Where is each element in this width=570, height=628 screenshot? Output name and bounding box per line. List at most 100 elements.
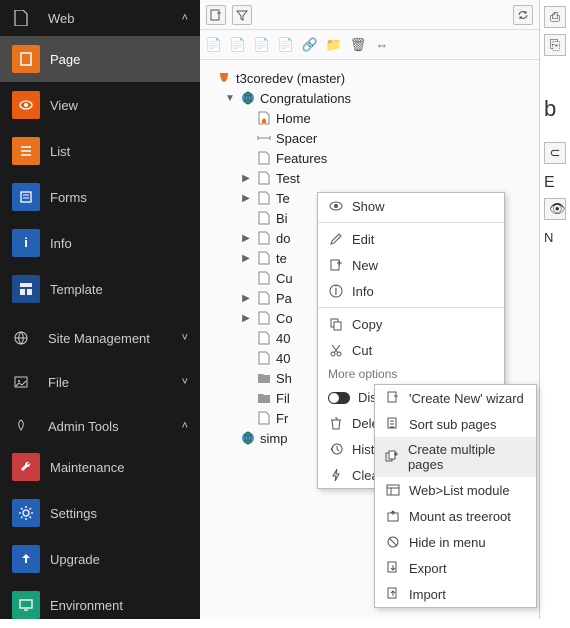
tree-label: 40 [276, 351, 290, 366]
context-menu-item[interactable]: Edit [318, 226, 504, 252]
context-menu-item[interactable]: Cut [318, 337, 504, 363]
doc-link-icon[interactable]: 📄 [254, 37, 270, 53]
context-menu-item[interactable]: Mount as treeroot [375, 503, 536, 529]
sidebar-item-label: Forms [50, 190, 188, 205]
context-menu-item[interactable]: Export [375, 555, 536, 581]
gear-icon [12, 499, 40, 527]
cropped-button[interactable]: ⎘ [544, 34, 566, 56]
sidebar-item-maintenance[interactable]: Maintenance [0, 444, 200, 490]
context-menu-label: New [352, 258, 378, 273]
sidebar-group-admin-tools[interactable]: Admin Tools ˄ [0, 408, 200, 444]
image-icon [12, 373, 30, 391]
cropped-button[interactable]: ⎙ [544, 6, 566, 28]
tree-label: 40 [276, 331, 290, 346]
eye-icon [12, 91, 40, 119]
copy-icon [328, 316, 344, 332]
divider-icon[interactable]: ⇔ [374, 37, 390, 53]
tree-label: Features [276, 151, 327, 166]
sidebar-item-label: Info [50, 236, 188, 251]
folder-icon [256, 390, 272, 406]
tree-toggle[interactable]: ▼ [224, 93, 236, 104]
tree-toggle[interactable]: ▶ [240, 293, 252, 304]
link-icon[interactable]: 🔗 [302, 37, 318, 53]
tree-toggle[interactable]: ▶ [240, 253, 252, 264]
chevron-up-icon: ˄ [182, 420, 188, 432]
svg-text:i: i [335, 284, 338, 298]
sidebar-group-file[interactable]: File ˅ [0, 364, 200, 400]
sidebar-item-environment[interactable]: Environment [0, 582, 200, 628]
tree-root[interactable]: t3coredev (master) [212, 68, 535, 88]
cropped-button[interactable]: 👁 [544, 198, 566, 220]
tree-label: Co [276, 311, 293, 326]
tree-label: Bi [276, 211, 288, 226]
sidebar-item-template[interactable]: Template [0, 266, 200, 312]
sidebar-item-view[interactable]: View [0, 82, 200, 128]
pencil-icon [328, 231, 344, 247]
tree-node[interactable]: Spacer [212, 128, 535, 148]
sidebar-item-label: Upgrade [50, 552, 188, 567]
new-page-button[interactable] [206, 5, 226, 25]
tree-toggle[interactable]: ▶ [240, 193, 252, 204]
tree-label: Fr [276, 411, 288, 426]
tree-node[interactable]: Home [212, 108, 535, 128]
cropped-text: E [544, 174, 566, 192]
sidebar-item-info[interactable]: i Info [0, 220, 200, 266]
tree-node[interactable]: ▶Test [212, 168, 535, 188]
page-icon [256, 150, 272, 166]
context-menu-label: Info [352, 284, 374, 299]
sidebar-group-label: Web [48, 11, 182, 26]
sidebar-item-settings[interactable]: Settings [0, 490, 200, 536]
cropped-button[interactable]: ⊂ [544, 142, 566, 164]
context-menu-item[interactable]: Create multiple pages [375, 437, 536, 477]
sidebar-item-label: List [50, 144, 188, 159]
tree-toggle[interactable]: ▶ [240, 233, 252, 244]
sidebar-item-page[interactable]: Page [0, 36, 200, 82]
tree-label: Spacer [276, 131, 317, 146]
cropped-heading: b [544, 96, 566, 122]
context-menu-item[interactable]: Hide in menu [375, 529, 536, 555]
tree-label: do [276, 231, 290, 246]
tree-label: simp [260, 431, 287, 446]
trash-icon [328, 415, 344, 431]
wrench-icon [12, 453, 40, 481]
refresh-button[interactable] [513, 5, 533, 25]
sidebar-item-forms[interactable]: Forms [0, 174, 200, 220]
sidebar-item-upgrade[interactable]: Upgrade [0, 536, 200, 582]
context-menu-label: Web>List module [409, 483, 510, 498]
context-menu-item[interactable]: Import [375, 581, 536, 607]
sidebar-group-web[interactable]: Web ˄ [0, 0, 200, 36]
context-menu-item[interactable]: Web>List module [375, 477, 536, 503]
page-icon [256, 250, 272, 266]
context-menu-item[interactable]: 'Create New' wizard [375, 385, 536, 411]
folder-icon [256, 370, 272, 386]
context-menu-item[interactable]: Show [318, 193, 504, 219]
tree-label: Sh [276, 371, 292, 386]
doc-new-icon[interactable]: 📄 [278, 37, 294, 53]
doc-icon[interactable]: 📄 [206, 37, 222, 53]
context-menu-item[interactable]: Copy [318, 311, 504, 337]
sidebar-group-label: Site Management [48, 331, 182, 346]
module-sidebar: Web ˄ Page View List Forms i Info Templa… [0, 0, 200, 619]
page-icon [256, 270, 272, 286]
wiz-icon [385, 390, 401, 406]
list-icon [385, 482, 401, 498]
tree-node[interactable]: Features [212, 148, 535, 168]
context-menu-item[interactable]: Sort sub pages [375, 411, 536, 437]
context-menu-label: Hide in menu [409, 535, 486, 550]
tree-node[interactable]: ▼Congratulations [212, 88, 535, 108]
filter-button[interactable] [232, 5, 252, 25]
tree-toggle[interactable]: ▶ [240, 313, 252, 324]
context-menu-label: Cut [352, 343, 372, 358]
sidebar-item-list[interactable]: List [0, 128, 200, 174]
list-icon [12, 137, 40, 165]
page-home-icon [256, 110, 272, 126]
trash-icon[interactable]: 🗑 [350, 37, 366, 53]
sidebar-group-site-management[interactable]: Site Management ˅ [0, 320, 200, 356]
doc-shortcut-icon[interactable]: 📄 [230, 37, 246, 53]
context-menu-item[interactable]: i Info [318, 278, 504, 304]
tree-toggle[interactable]: ▶ [240, 173, 252, 184]
context-menu-item[interactable]: New [318, 252, 504, 278]
page-icon [256, 330, 272, 346]
upgrade-icon [12, 545, 40, 573]
folder-icon[interactable]: 📁 [326, 37, 342, 53]
